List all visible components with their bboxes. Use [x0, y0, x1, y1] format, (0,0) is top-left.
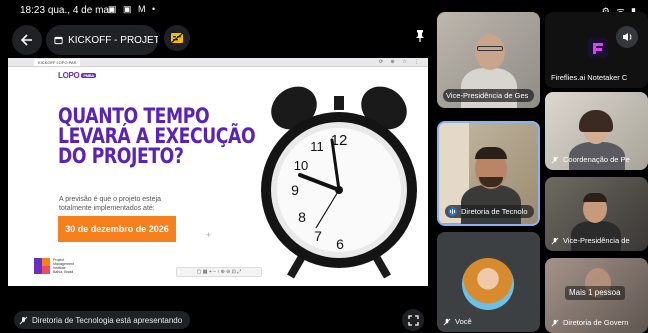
slide-toolbar[interactable]: ▢ ▦ + − ‹ ⊕ ⊖ ⊡ ⤢ [176, 267, 262, 277]
slide-date-box: 30 de dezembro de 2026 [58, 216, 176, 242]
participant-label: Fireflies.ai Notetaker C [551, 73, 628, 82]
participant-label: Coordenação de Pe [551, 155, 630, 164]
captions-off-icon [170, 32, 184, 44]
fireflies-logo-icon [588, 38, 608, 58]
participant-tile[interactable]: Vice-Presidência de [545, 177, 648, 251]
browser-tools: ⟳ ⊕ ☆ ⋮ [378, 59, 422, 65]
headline-line: LEVARÁ A EXECUÇÃO [58, 124, 256, 148]
browser-bar: KICKOFF LOPO PAS ⟳ ⊕ ☆ ⋮ [8, 58, 428, 67]
participant-label: Diretoria de Tecnolo [445, 205, 534, 218]
participant-label: Vice-Presidência de [551, 236, 630, 245]
clock-number: 11 [310, 139, 324, 154]
participant-tile-active-speaker[interactable]: Diretoria de Tecnolo [437, 121, 540, 226]
status-time: 18:23 qua., 4 de mar. [20, 5, 115, 16]
participant-label: Diretoria de Govern [551, 318, 628, 327]
pmi-text: Project Management Institute Bahia, Bras… [53, 258, 74, 274]
back-button[interactable] [12, 25, 42, 55]
audio-output-button[interactable] [616, 26, 638, 48]
slide-headline: QUANTO TEMPO LEVARÁ A EXECUÇÃO DO PROJET… [58, 104, 256, 168]
more-people-label: Mais 1 pessoa [565, 286, 625, 300]
meeting-title-chip[interactable]: KICKOFF - PROJETO [46, 25, 158, 55]
clock-number: 9 [291, 182, 299, 198]
presenting-indicator: Diretoria de Tecnologia está apresentand… [14, 311, 191, 329]
shared-screen[interactable]: KICKOFF LOPO PAS ⟳ ⊕ ☆ ⋮ LOPO PMBA QUANT… [8, 58, 428, 286]
mic-off-icon [551, 156, 559, 163]
mic-off-icon [551, 319, 559, 326]
participant-label: Vice-Presidência de Ges [443, 89, 535, 102]
speaking-icon [448, 207, 457, 216]
clock-number: 7 [314, 228, 322, 244]
arrow-left-icon [20, 34, 32, 46]
participant-tile-group[interactable]: Mais 1 pessoa Diretoria de Govern [545, 258, 648, 333]
notification-icons: ▣ ▣ M • [108, 4, 158, 14]
headline-line: QUANTO TEMPO [58, 104, 210, 128]
participant-tile-self[interactable]: Você [437, 232, 540, 332]
avatar [462, 258, 514, 310]
pin-icon [416, 30, 424, 42]
alarm-clock-icon: 12 11 10 9 8 7 6 [261, 86, 417, 279]
slide-body-text: A previsão é que o projeto esteja totalm… [59, 196, 161, 212]
clock-number: 6 [336, 236, 344, 252]
headline-line: DO PROJETO? [58, 144, 184, 168]
clock-number: 8 [298, 209, 306, 225]
participant-tile[interactable]: Coordenação de Pe [545, 92, 648, 170]
clock-number: 10 [294, 158, 308, 173]
mic-off-icon [551, 237, 559, 244]
mic-off-icon [443, 318, 451, 325]
browser-tab: KICKOFF LOPO PAS [34, 59, 81, 66]
pin-button[interactable] [408, 24, 432, 48]
meeting-title: KICKOFF - PROJETO [68, 34, 158, 46]
pmi-mark-icon [34, 258, 50, 274]
captions-button[interactable] [164, 25, 190, 51]
participant-label: Você [443, 317, 472, 326]
slide-date: 30 de dezembro de 2026 [65, 224, 169, 234]
fullscreen-icon [407, 314, 419, 326]
slide-logo: LOPO PMBA [58, 71, 96, 80]
pmi-logo: Project Management Institute Bahia, Bras… [34, 258, 74, 274]
participant-tile[interactable]: Fireflies.ai Notetaker C [545, 12, 648, 88]
participant-tile[interactable]: Vice-Presidência de Ges [437, 12, 540, 108]
mic-off-icon [19, 316, 28, 324]
speaker-icon [622, 33, 631, 41]
presenting-text: Diretoria de Tecnologia está apresentand… [32, 315, 183, 325]
fullscreen-button[interactable] [402, 309, 424, 331]
slide-plus-mark: + [206, 230, 212, 240]
calendar-icon [54, 36, 63, 45]
